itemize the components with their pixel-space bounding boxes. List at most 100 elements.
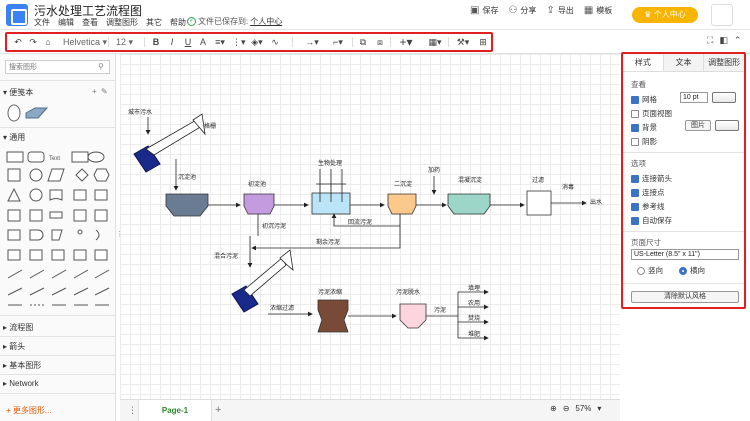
- portrait-radio[interactable]: [637, 266, 645, 275]
- background-color-swatch[interactable]: [715, 120, 739, 131]
- label-outlet[interactable]: 出水: [590, 198, 602, 206]
- link-shape[interactable]: [7, 287, 23, 296]
- dashed-line-shape[interactable]: [29, 269, 45, 279]
- redo-icon[interactable]: ↷: [28, 35, 38, 49]
- note-shape[interactable]: [7, 209, 21, 222]
- templates-button[interactable]: ▦ 模板: [584, 5, 612, 16]
- font-size-select[interactable]: 12 ▾: [116, 35, 140, 49]
- label-grit-tank[interactable]: 沉淀池: [178, 173, 196, 181]
- tab-text[interactable]: 文本: [662, 54, 704, 71]
- grid-color-swatch[interactable]: [712, 92, 736, 103]
- rounded-rect-shape[interactable]: [27, 151, 45, 163]
- export-button[interactable]: ⇪ 导出: [546, 5, 573, 16]
- connector-shape[interactable]: [29, 287, 45, 296]
- grid-checkbox[interactable]: [631, 95, 639, 104]
- font-color-icon[interactable]: A: [198, 35, 208, 49]
- internal-storage-shape[interactable]: [73, 189, 87, 201]
- page-menu-icon[interactable]: ⋮: [128, 405, 137, 416]
- container-shape[interactable]: [51, 249, 65, 261]
- orthogonal-shape[interactable]: [94, 287, 110, 296]
- grid-apps-icon[interactable]: ⊞: [478, 35, 488, 49]
- data-storage-shape[interactable]: [29, 249, 43, 261]
- fill-color-icon[interactable]: ◈▾: [250, 35, 264, 49]
- delay-shape[interactable]: [29, 229, 44, 241]
- share-button[interactable]: ⚇ 分享: [508, 5, 536, 16]
- frame-shape[interactable]: [7, 229, 21, 241]
- manual-input-shape[interactable]: [51, 229, 63, 241]
- tape-shape[interactable]: [49, 211, 63, 219]
- rect-shape[interactable]: [6, 151, 24, 163]
- magic-icon[interactable]: ⚒▾: [455, 35, 471, 49]
- guides-checkbox[interactable]: [631, 202, 639, 211]
- textbox-shape[interactable]: [71, 151, 89, 163]
- autosave-checkbox[interactable]: [631, 216, 639, 225]
- label-mixed-sludge[interactable]: 混合污泥: [214, 252, 238, 260]
- label-landfill[interactable]: 填埋: [468, 284, 480, 292]
- label-mixing-tank[interactable]: 混凝沉淀: [458, 176, 482, 184]
- square-shape[interactable]: [7, 168, 21, 182]
- circle-shape[interactable]: [29, 168, 43, 182]
- thickener-shape[interactable]: [317, 299, 349, 333]
- undo-icon[interactable]: ↶: [13, 35, 23, 49]
- save-location-link[interactable]: 个人中心: [250, 16, 282, 27]
- menu-file[interactable]: 文件: [34, 17, 50, 28]
- cylinder-shape[interactable]: [29, 188, 43, 202]
- tab-style[interactable]: 样式: [623, 54, 663, 71]
- font-family-select[interactable]: Helvetica ▾: [63, 35, 107, 49]
- diagram-canvas[interactable]: 城市污水 格栅 沉淀池 初淀池 生物处理 二沉淀 加药 混凝沉淀 过滤 消毒 出…: [120, 54, 620, 399]
- menu-view[interactable]: 查看: [82, 17, 98, 28]
- scratchpad-edit-icon[interactable]: ✎: [101, 87, 108, 96]
- personal-center-button[interactable]: ♛ 个人中心: [632, 7, 698, 23]
- app-logo-icon[interactable]: [6, 4, 28, 26]
- scratch-ellipse-shape[interactable]: [7, 104, 21, 122]
- avatar[interactable]: [711, 4, 733, 26]
- card-shape[interactable]: [29, 209, 43, 222]
- menu-arrange[interactable]: 调整图形: [106, 17, 138, 28]
- triangle-shape[interactable]: [7, 187, 21, 202]
- zoom-level[interactable]: 57%: [575, 404, 591, 413]
- format-panel-icon[interactable]: ◧: [719, 35, 728, 46]
- label-disinfection[interactable]: 消毒: [562, 183, 574, 191]
- zoom-out-icon[interactable]: ⊖: [563, 404, 570, 413]
- label-primary-tank[interactable]: 初淀池: [248, 180, 266, 188]
- add-page-icon[interactable]: +: [215, 404, 221, 416]
- filter-shape[interactable]: [526, 190, 552, 216]
- label-primary-sludge[interactable]: 初沉污泥: [262, 222, 286, 230]
- diamond-shape[interactable]: [75, 168, 89, 182]
- connection-arrows-checkbox[interactable]: [631, 174, 639, 183]
- line-color-icon[interactable]: ∿: [268, 35, 282, 49]
- grille-conveyor[interactable]: [145, 118, 203, 156]
- callout-shape[interactable]: [7, 249, 21, 261]
- hexagon-shape[interactable]: [93, 168, 110, 182]
- double-arrow-shape[interactable]: [73, 269, 89, 279]
- text-shape[interactable]: Text: [49, 156, 60, 162]
- label-sludge-thickener[interactable]: 污泥浓缩: [318, 288, 342, 296]
- collapse-icon[interactable]: ⌃: [734, 35, 742, 46]
- label-incineration[interactable]: 焚烧: [468, 314, 480, 322]
- mixing-tank-shape[interactable]: [447, 193, 491, 215]
- bidirectional-shape[interactable]: [73, 287, 89, 296]
- scratch-parallelogram-shape[interactable]: [25, 107, 49, 119]
- parallelogram-shape[interactable]: [47, 168, 65, 182]
- label-excess-sludge[interactable]: 剩余污泥: [316, 238, 340, 246]
- label-thickening-filter[interactable]: 浓缩过滤: [270, 304, 294, 312]
- directional-shape[interactable]: [51, 287, 67, 296]
- scratchpad-add-icon[interactable]: +: [92, 87, 97, 96]
- more-shapes-button[interactable]: + 更多图形...: [6, 405, 52, 416]
- background-checkbox[interactable]: [631, 123, 639, 132]
- label-filtration[interactable]: 过滤: [532, 176, 544, 184]
- secondary-tank-shape[interactable]: [387, 193, 417, 215]
- connection-points-checkbox[interactable]: [631, 188, 639, 197]
- primary-tank-shape[interactable]: [243, 193, 275, 215]
- align-icon[interactable]: ≡▾: [213, 35, 227, 49]
- bold-icon[interactable]: B: [151, 35, 161, 49]
- process-shape[interactable]: [73, 209, 87, 222]
- label-city-sewage[interactable]: 城市污水: [128, 108, 152, 116]
- document-shape[interactable]: [49, 189, 63, 201]
- label-sludge-dewatering[interactable]: 污泥脱水: [396, 288, 420, 296]
- label-farmland[interactable]: 农用: [468, 299, 480, 307]
- format-paint-icon[interactable]: ⌂: [43, 35, 53, 49]
- zoom-in-icon[interactable]: ⊕: [550, 404, 557, 413]
- label-grille[interactable]: 格栅: [204, 122, 216, 130]
- label-return-sludge[interactable]: 回流污泥: [348, 218, 372, 226]
